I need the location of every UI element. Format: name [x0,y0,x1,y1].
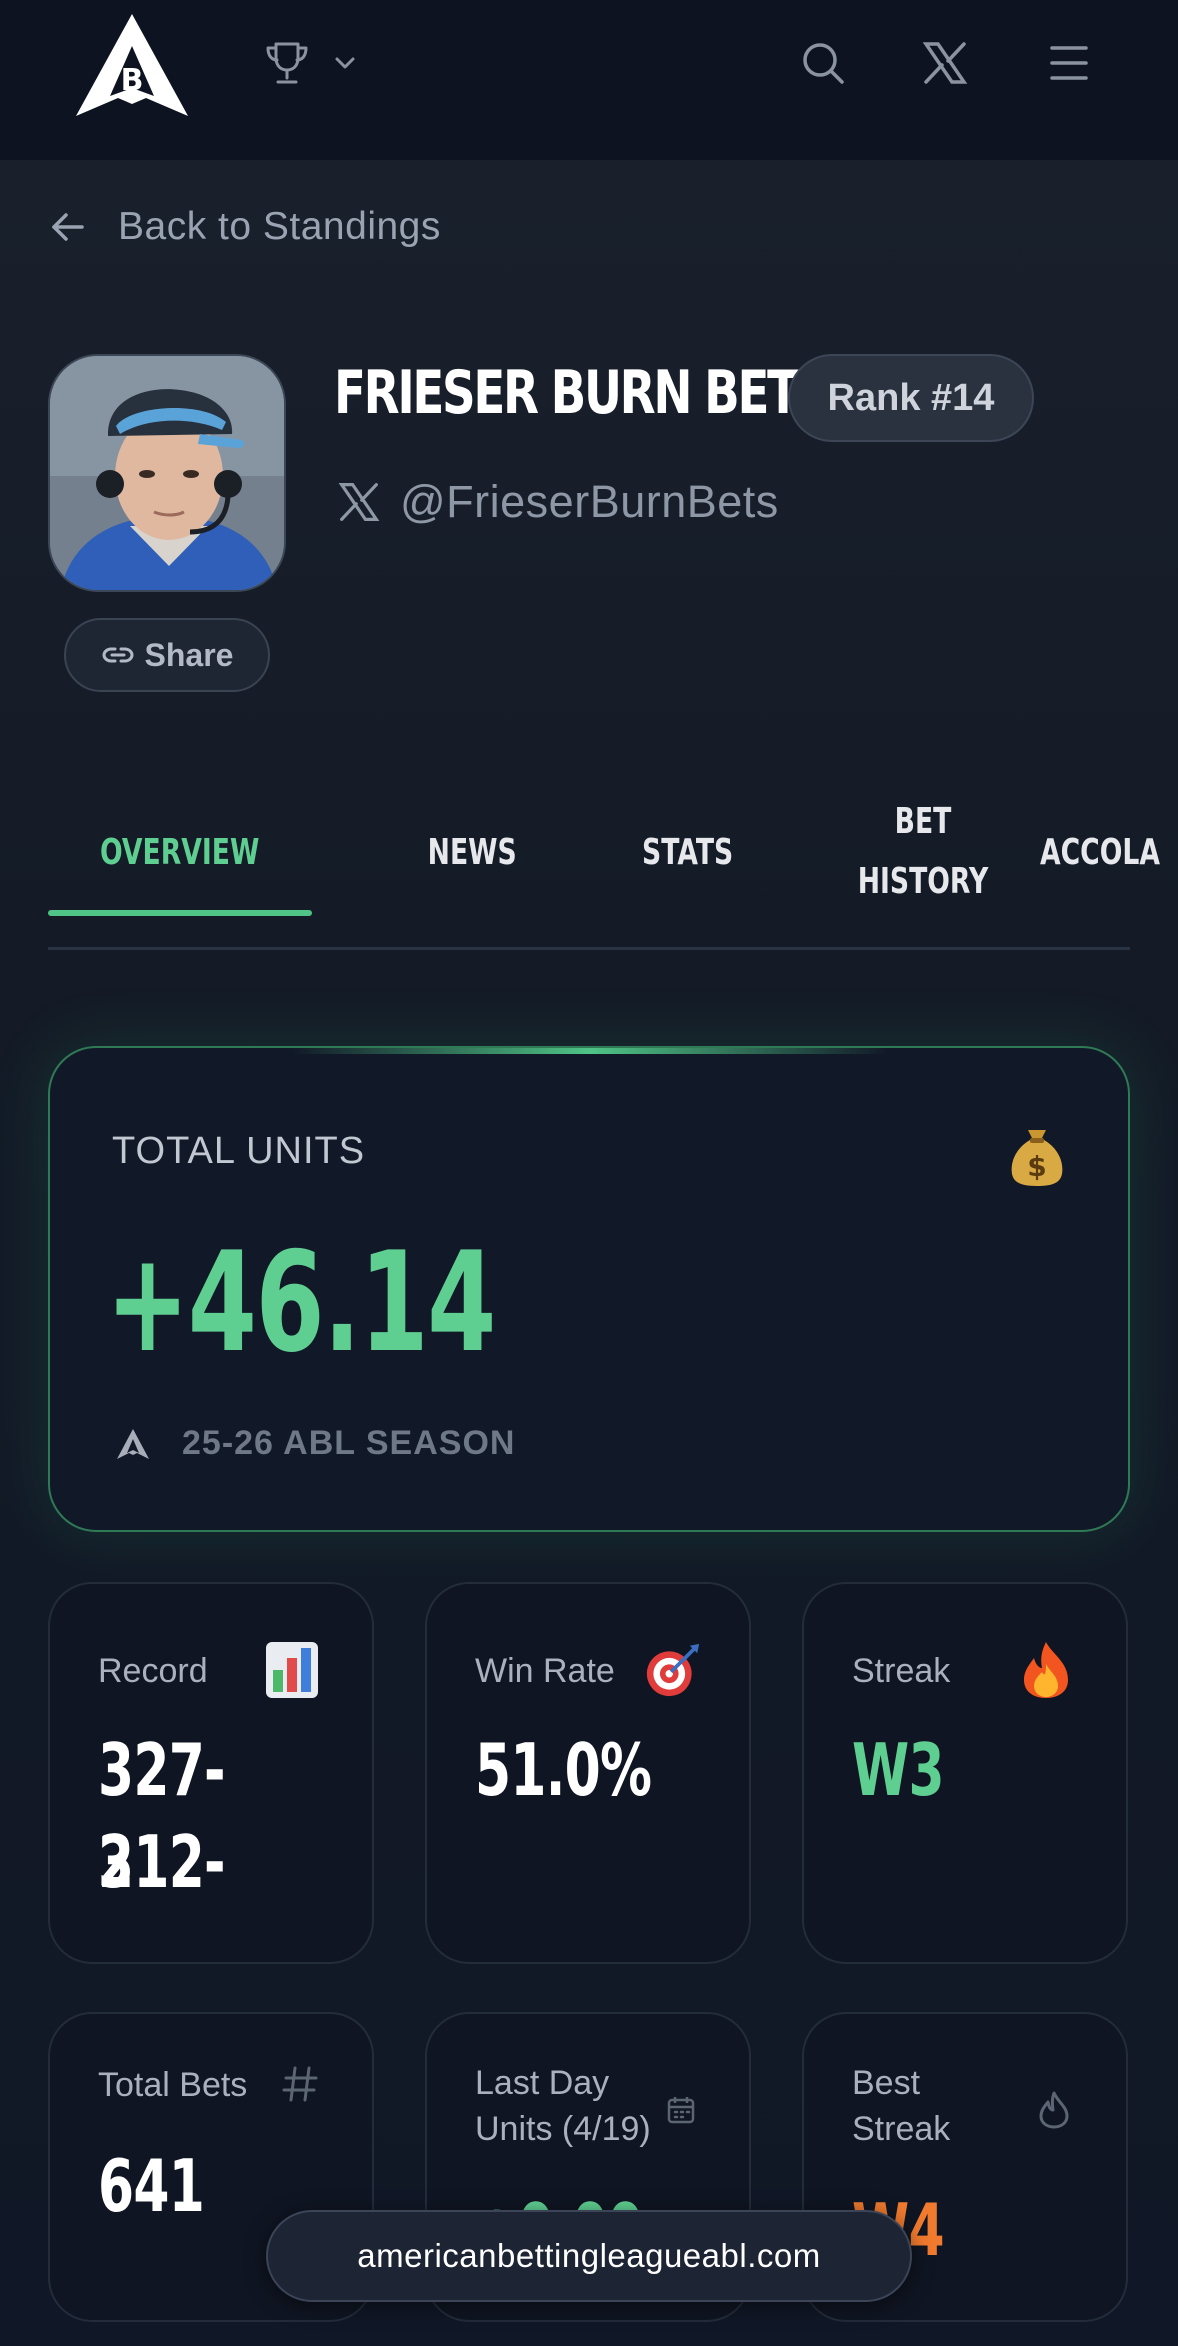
total-units-value: +46.14 [106,1222,496,1383]
trophy-icon[interactable] [262,38,312,88]
stat-card-win-rate: Win Rate 51.0% [425,1582,751,1964]
tab-overview[interactable]: OVERVIEW [48,790,312,914]
season-label-row: 25-26 ABL SEASON [116,1424,515,1463]
x-handle-link[interactable]: @FrieserBurnBets [338,476,779,528]
back-link-label: Back to Standings [118,205,441,248]
stat-label-line-2: Units (4/19) [475,2110,651,2148]
stat-label: Total Bets [98,2066,248,2104]
stat-label-line-1: Last Day [475,2064,610,2102]
tab-accolades-label: ACCOLA [1040,831,1160,873]
tab-accolades[interactable]: ACCOLA [1040,790,1178,914]
browser-url-bar[interactable]: americanbettingleagueabl.com [266,2210,912,2302]
total-units-card: TOTAL UNITS $ +46.14 25-26 ABL SEASON [48,1046,1130,1532]
money-bag-icon: $ [1011,1130,1063,1186]
calendar-icon [667,2097,695,2124]
profile-name: FRIESER BURN BETS [334,358,830,428]
tab-news[interactable]: NEWS [354,790,590,914]
menu-icon[interactable] [1046,40,1092,86]
logo-letter: B [121,63,144,98]
stat-label: Streak [852,1652,951,1690]
profile-page: B Back to Standings Share FRIESER BURN B… [0,0,1178,2346]
tab-stats-label: STATS [642,831,734,873]
active-tab-indicator [48,910,312,916]
total-units-label: TOTAL UNITS [112,1130,366,1172]
tab-stats[interactable]: STATS [568,790,808,914]
bar-chart-icon [266,1642,318,1698]
back-to-standings-link[interactable]: Back to Standings [48,202,441,252]
season-label: 25-26 ABL SEASON [182,1424,516,1462]
flame-icon [1039,2091,1069,2129]
stat-card-streak: Streak W3 [802,1582,1128,1964]
abl-logo-icon [117,1428,149,1459]
tab-bet-history[interactable]: BET HISTORY [786,790,1060,914]
card-glow-line [290,1048,890,1054]
x-logo-icon [338,483,380,521]
stat-label: Best Streak [852,2060,950,2152]
arrow-left-icon [52,213,84,241]
target-icon [646,1643,700,1697]
tab-news-label: NEWS [427,831,517,873]
stat-value: 51.0% [475,1728,652,1812]
url-text: americanbettingleagueabl.com [357,2237,821,2274]
stat-label-line-1: Best [852,2064,921,2102]
rank-label: Rank #14 [827,376,995,419]
tab-overview-label: OVERVIEW [100,831,260,873]
stat-value-line-2: 2 [98,1820,134,1904]
logo-icon[interactable]: B [74,12,190,118]
search-icon[interactable] [800,40,846,86]
stat-label-line-2: Streak [852,2110,951,2148]
top-nav-bar: B [0,0,1178,160]
stat-label: Win Rate [475,1652,615,1690]
link-icon [102,647,134,663]
stat-card-record: Record 327-312- 2 [48,1582,374,1964]
share-button[interactable]: Share [64,618,270,692]
avatar-photo [50,356,284,590]
fire-icon [1024,1642,1068,1698]
share-label: Share [144,636,234,673]
stat-label: Last Day Units (4/19) [475,2060,651,2152]
rank-badge: Rank #14 [788,354,1034,442]
chevron-down-icon[interactable] [332,50,358,76]
x-logo-icon[interactable] [922,40,968,86]
stat-value: 641 [98,2144,205,2228]
profile-tabs: OVERVIEW NEWS STATS BET HISTORY ACCOLA [48,790,1160,950]
hash-icon [282,2066,318,2102]
x-handle-label: @FrieserBurnBets [400,476,779,527]
avatar [48,354,286,592]
tab-bet-history-label: BET HISTORY [857,801,989,902]
svg-text:$: $ [1027,1150,1046,1183]
stat-value: W3 [852,1728,945,1812]
stat-label: Record [98,1652,208,1690]
